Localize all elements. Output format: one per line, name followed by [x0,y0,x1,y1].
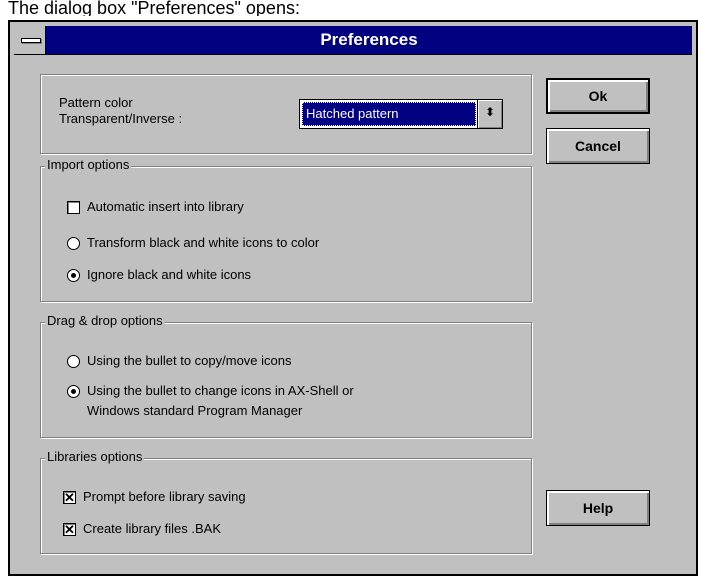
libraries-group: Libraries options ✕ Prompt before librar… [40,449,532,554]
pattern-select[interactable]: Hatched pattern ⬍ [299,99,503,129]
system-menu-icon[interactable] [14,26,46,54]
pattern-group: Pattern color Transparent/Inverse : Hatc… [40,74,532,154]
change-icons-radio[interactable] [67,385,80,398]
auto-insert-checkbox[interactable] [67,201,80,214]
ok-button[interactable]: Ok [546,78,650,114]
copy-move-label[interactable]: Using the bullet to copy/move icons [87,353,292,369]
page-caption: The dialog box "Preferences" opens: [8,0,300,16]
change-icons-label-line2[interactable]: Windows standard Program Manager [87,403,302,419]
ignore-label[interactable]: Ignore black and white icons [87,267,251,283]
copy-move-radio[interactable] [67,355,80,368]
create-bak-label[interactable]: Create library files .BAK [83,521,221,537]
drag-drop-title: Drag & drop options [45,313,165,329]
transform-label[interactable]: Transform black and white icons to color [87,235,319,251]
change-icons-label-line1[interactable]: Using the bullet to change icons in AX-S… [87,383,354,399]
ignore-radio[interactable] [67,269,80,282]
pattern-transparent-label: Transparent/Inverse : [59,111,183,126]
cancel-button[interactable]: Cancel [546,128,650,164]
title-bar[interactable]: Preferences [14,26,692,55]
dropdown-arrow-icon[interactable]: ⬍ [477,100,502,128]
prompt-before-saving-checkbox[interactable]: ✕ [63,491,76,504]
drag-drop-group: Drag & drop options Using the bullet to … [40,313,532,438]
radio-selected-dot [71,389,76,394]
auto-insert-label[interactable]: Automatic insert into library [87,199,244,215]
transform-radio[interactable] [67,237,80,250]
libraries-title: Libraries options [45,449,145,465]
preferences-dialog: Preferences Pattern color Transparent/In… [8,20,698,576]
prompt-before-saving-label[interactable]: Prompt before library saving [83,489,246,505]
create-bak-checkbox[interactable]: ✕ [63,523,76,536]
help-button[interactable]: Help [546,490,650,526]
pattern-select-value: Hatched pattern [302,102,476,126]
window-title: Preferences [320,30,418,49]
import-options-group: Import options Automatic insert into lib… [40,157,532,302]
import-options-title: Import options [45,157,132,173]
pattern-color-label: Pattern color [59,95,133,110]
radio-selected-dot [71,273,76,278]
